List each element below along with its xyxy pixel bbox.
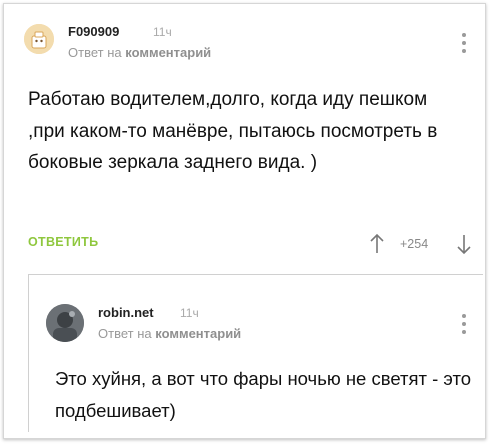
comment-username[interactable]: F090909	[68, 24, 119, 39]
reply-reference: Ответ на комментарий	[98, 326, 241, 341]
reply-timestamp: 11ч	[180, 306, 199, 320]
reply-reference: Ответ на комментарий	[68, 45, 211, 60]
kebab-menu-icon[interactable]	[457, 312, 471, 336]
reply-prefix: Ответ на	[98, 326, 152, 341]
thread-line	[28, 274, 29, 432]
rating-count: +254	[400, 237, 429, 251]
reply-avatar[interactable]	[46, 304, 84, 342]
reply-text: Это хуйня, а вот что фары ночью не светя…	[55, 368, 472, 421]
avatar[interactable]	[24, 24, 54, 54]
reply-button[interactable]: ОТВЕТИТЬ	[28, 235, 98, 249]
arrow-up-icon[interactable]	[369, 233, 385, 255]
comment-text: Работаю водителем,долго, когда иду пешко…	[28, 89, 438, 173]
arrow-down-icon[interactable]	[456, 233, 472, 255]
thread-divider	[28, 274, 483, 275]
kebab-menu-icon[interactable]	[457, 31, 471, 55]
comment-card: F090909 11ч Ответ на комментарий Работаю…	[3, 3, 486, 439]
reply-prefix: Ответ на	[68, 45, 122, 60]
reply-username[interactable]: robin.net	[98, 305, 154, 320]
reply-target-link[interactable]: комментарий	[155, 326, 241, 341]
reply-target-link[interactable]: комментарий	[125, 45, 211, 60]
comment-timestamp: 11ч	[153, 25, 172, 39]
